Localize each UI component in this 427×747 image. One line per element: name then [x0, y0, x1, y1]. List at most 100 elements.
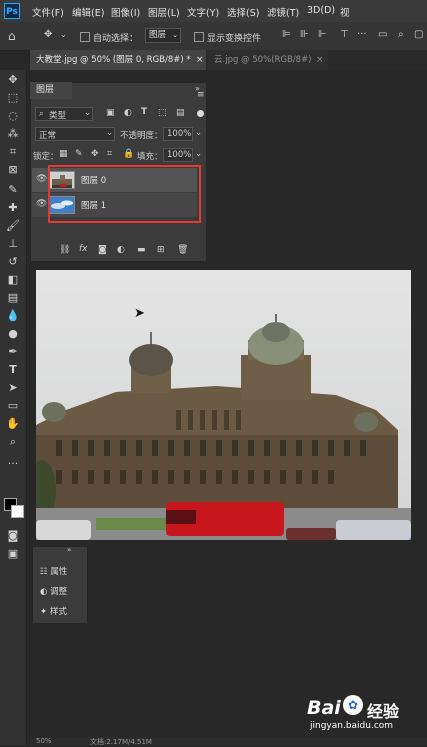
chevron-down-icon: ⌄: [106, 128, 114, 138]
move-tool-icon[interactable]: ✥: [4, 72, 22, 88]
styles-label: 样式: [49, 607, 67, 617]
move-tool-icon[interactable]: ✥: [44, 29, 52, 40]
status-bar: 50% 文档:2.17M/4.51M: [30, 737, 427, 746]
menu-file[interactable]: 文件(F): [32, 5, 64, 19]
blur-tool-icon[interactable]: 💧: [4, 308, 22, 324]
zoom-tool-icon[interactable]: ⌕: [4, 434, 22, 450]
new-group-icon[interactable]: ▬: [137, 245, 146, 255]
eye-icon[interactable]: 👁: [36, 174, 47, 184]
layers-highlight-box: [48, 165, 201, 223]
eyedropper-icon[interactable]: ✎: [4, 182, 22, 198]
layer-style-icon[interactable]: fx: [79, 244, 88, 254]
adjustment-icon: ◐: [40, 587, 48, 597]
layer-filter-dropdown[interactable]: ⌕ 类型 ⌄: [35, 107, 93, 121]
close-icon[interactable]: ×: [316, 50, 324, 70]
filter-type-icon[interactable]: T: [141, 107, 147, 117]
gradient-tool-icon[interactable]: ▤: [4, 290, 22, 306]
menu-layer[interactable]: 图层(L): [148, 5, 180, 19]
filter-label: 类型: [49, 111, 67, 121]
lock-image-icon[interactable]: ✎: [75, 149, 83, 159]
menu-edit[interactable]: 编辑(E): [72, 5, 104, 19]
search-icon[interactable]: ⌕: [398, 29, 404, 40]
lock-position-icon[interactable]: ✥: [91, 149, 99, 159]
more-tools-icon[interactable]: ···: [4, 456, 22, 472]
opacity-field[interactable]: 100%: [163, 127, 193, 141]
watermark-brand: Bai: [307, 697, 341, 719]
frame-tool-icon[interactable]: ⊠: [4, 162, 22, 178]
close-icon[interactable]: ×: [196, 50, 204, 70]
menu-view[interactable]: 视: [340, 5, 350, 19]
panel-menu-icon[interactable]: ≡: [197, 90, 205, 100]
align-left-icon[interactable]: ⊫: [282, 29, 291, 40]
properties-item[interactable]: ☷ 属性: [40, 565, 67, 577]
filter-toggle-icon[interactable]: [197, 110, 204, 117]
menu-3d[interactable]: 3D(D): [307, 5, 335, 16]
background-color-swatch[interactable]: [11, 505, 24, 518]
new-layer-icon[interactable]: ⊞: [157, 245, 165, 255]
type-tool-icon[interactable]: T: [4, 362, 22, 378]
styles-item[interactable]: ✦ 样式: [40, 605, 67, 617]
chevron-down-icon[interactable]: ⌄: [195, 128, 202, 138]
marquee-tool-icon[interactable]: ⬚: [4, 90, 22, 106]
cursor-move-icon: ➤: [134, 306, 145, 321]
adjustment-layer-icon[interactable]: ◐: [117, 245, 125, 255]
magic-wand-icon[interactable]: ⁂: [4, 126, 22, 142]
lock-artboard-icon[interactable]: ⌗: [107, 149, 112, 159]
dodge-tool-icon[interactable]: ●: [4, 326, 22, 342]
pen-tool-icon[interactable]: ✒: [4, 344, 22, 360]
watermark-url: jingyan.baidu.com: [310, 721, 394, 731]
chevron-down-icon[interactable]: ⌄: [60, 30, 67, 39]
link-layers-icon[interactable]: ⛓: [59, 245, 70, 255]
history-brush-icon[interactable]: ↺: [4, 254, 22, 270]
trash-icon[interactable]: 🗑: [177, 245, 188, 255]
tab-clouds[interactable]: 云.jpg @ 50%(RGB/8#) ×: [208, 50, 328, 70]
filter-pixel-icon[interactable]: ▣: [106, 108, 115, 118]
eraser-tool-icon[interactable]: ◧: [4, 272, 22, 288]
tools-panel: ✥ ⬚ ◌ ⁂ ⌗ ⊠ ✎ ✚ 🖌 ⊥ ↺ ◧ ▤ 💧 ● ✒ T ➤ ▭ ✋ …: [0, 70, 27, 745]
brush-tool-icon[interactable]: 🖌: [4, 218, 22, 234]
auto-select-dropdown[interactable]: 图层 ⌄: [145, 28, 181, 43]
menu-image[interactable]: 图像(I): [111, 5, 140, 19]
eye-icon[interactable]: 👁: [36, 199, 47, 209]
more-options-icon[interactable]: ···: [357, 29, 367, 40]
screen-mode-icon[interactable]: ▣: [4, 546, 22, 562]
adjustments-item[interactable]: ◐ 调整: [40, 585, 67, 597]
menu-type[interactable]: 文字(Y): [187, 5, 219, 19]
align-right-icon[interactable]: ⊩: [318, 29, 327, 40]
tab-cathedral[interactable]: 大教堂.jpg @ 50% (图层 0, RGB/8#) * ×: [30, 50, 206, 70]
healing-brush-icon[interactable]: ✚: [4, 200, 22, 216]
crop-tool-icon[interactable]: ⌗: [4, 144, 22, 160]
paw-icon: ✿: [343, 695, 363, 715]
filter-adjustment-icon[interactable]: ◐: [124, 108, 132, 118]
filter-smart-object-icon[interactable]: ▤: [176, 108, 185, 118]
frame-icon[interactable]: ▭: [378, 29, 387, 40]
options-bar: ⌂ ✥ ⌄ 自动选择： 图层 ⌄ 显示变换控件 ⊫ ⊪ ⊩ ⊤ ··· ▭ ⌕ ▢: [0, 22, 427, 51]
filter-shape-icon[interactable]: ⬚: [158, 108, 167, 118]
quick-mask-icon[interactable]: ◙: [4, 528, 22, 544]
zoom-level[interactable]: 50%: [36, 737, 52, 745]
hand-tool-icon[interactable]: ✋: [4, 416, 22, 432]
chevron-down-icon[interactable]: ⌄: [195, 149, 202, 159]
panel-collapse-icon[interactable]: »: [67, 546, 71, 554]
home-icon[interactable]: ⌂: [8, 29, 16, 43]
lock-transparency-icon[interactable]: ▦: [59, 149, 68, 159]
rectangle-tool-icon[interactable]: ▭: [4, 398, 22, 414]
align-top-icon[interactable]: ⊤: [340, 29, 349, 40]
opacity-value: 100%: [167, 129, 192, 139]
menu-select[interactable]: 选择(S): [227, 5, 259, 19]
workspace-icon[interactable]: ▢: [414, 29, 423, 40]
menu-filter[interactable]: 滤镜(T): [267, 5, 299, 19]
styles-icon: ✦: [40, 607, 48, 617]
add-mask-icon[interactable]: ◙: [98, 245, 107, 255]
align-center-icon[interactable]: ⊪: [300, 29, 309, 40]
auto-select-checkbox[interactable]: [80, 32, 90, 42]
document-canvas[interactable]: ➤: [36, 270, 411, 540]
blend-mode-dropdown[interactable]: 正常 ⌄: [35, 127, 115, 141]
clone-stamp-icon[interactable]: ⊥: [4, 236, 22, 252]
lock-all-icon[interactable]: 🔒: [123, 149, 134, 159]
path-selection-icon[interactable]: ➤: [4, 380, 22, 396]
layers-panel-tab[interactable]: 图层: [30, 82, 72, 99]
fill-field[interactable]: 100%: [163, 148, 193, 162]
show-transform-checkbox[interactable]: [194, 32, 204, 42]
lasso-tool-icon[interactable]: ◌: [4, 108, 22, 124]
